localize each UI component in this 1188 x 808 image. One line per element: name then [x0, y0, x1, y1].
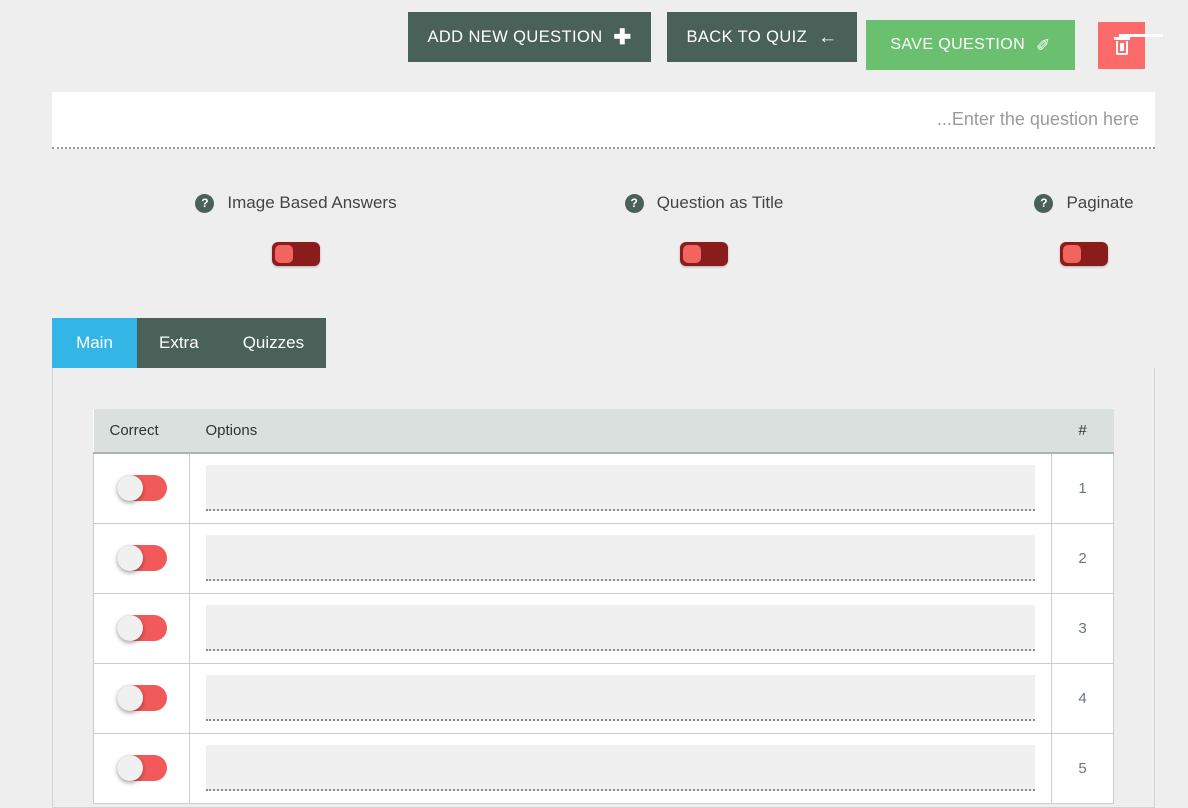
toggle-knob	[1063, 245, 1081, 263]
option-question-as-title: ? Question as Title	[530, 190, 878, 266]
add-new-question-label: ADD NEW QUESTION	[427, 27, 603, 46]
correct-cell	[93, 732, 190, 804]
table-row: 5	[93, 732, 1114, 804]
add-new-question-button[interactable]: ADD NEW QUESTION ✚	[408, 12, 651, 62]
option-input[interactable]	[206, 465, 1035, 512]
toggle-knob	[275, 245, 293, 263]
toggle-knob	[683, 245, 701, 263]
tab-main[interactable]: Main	[52, 318, 137, 368]
row-index: 2	[1051, 522, 1114, 594]
question-options-row: ? Image Based Answers ? Question as Titl…	[0, 190, 1188, 280]
paginate-toggle[interactable]	[1060, 242, 1108, 266]
save-question-label: SAVE QUESTION	[890, 36, 1026, 53]
question-mark-icon[interactable]: ?	[1034, 193, 1054, 213]
question-input-wrapper[interactable]: ...Enter the question here	[52, 92, 1155, 149]
option-input[interactable]	[206, 675, 1035, 721]
question-mark-icon[interactable]: ?	[624, 193, 644, 213]
option-cell	[189, 452, 1052, 524]
option-image-based-answers: ? Image Based Answers	[122, 190, 470, 266]
row-index: 1	[1051, 452, 1114, 524]
tab-extra[interactable]: Extra	[137, 318, 221, 368]
table-row: 2	[93, 522, 1114, 594]
correct-cell	[93, 592, 190, 664]
option-cell	[189, 522, 1052, 594]
pin-icon: ✐	[1036, 35, 1051, 55]
table-header-row: Correct Options #	[93, 409, 1114, 454]
row-index: 5	[1051, 732, 1114, 804]
option-input[interactable]	[206, 745, 1035, 791]
toggle-knob	[116, 545, 143, 571]
back-to-quiz-label: BACK TO QUIZ	[686, 27, 808, 46]
back-to-quiz-button[interactable]: BACK TO QUIZ ←	[667, 12, 857, 62]
correct-toggle[interactable]	[116, 475, 167, 502]
save-question-button[interactable]: SAVE QUESTION ✐	[866, 20, 1075, 70]
plus-icon: ✚	[613, 25, 632, 49]
option-label: Question as Title	[656, 193, 784, 212]
trash-icon	[1113, 33, 1163, 55]
correct-toggle[interactable]	[116, 545, 167, 571]
table-row: 4	[93, 662, 1114, 734]
toggle-knob	[116, 615, 143, 641]
correct-toggle[interactable]	[116, 615, 167, 641]
table-row: 3	[93, 592, 1114, 664]
column-header-correct: Correct	[93, 409, 190, 454]
option-label: Paginate	[1066, 193, 1134, 212]
answers-table: Correct Options # 1 2 3 4 5	[93, 409, 1114, 804]
top-toolbar: ADD NEW QUESTION ✚ BACK TO QUIZ ← SAVE Q…	[0, 0, 1188, 82]
correct-cell	[93, 452, 190, 524]
image-based-answers-toggle[interactable]	[272, 242, 320, 266]
option-label: Image Based Answers	[227, 193, 397, 212]
answers-panel: Correct Options # 1 2 3 4 5	[52, 368, 1155, 808]
option-input[interactable]	[206, 605, 1035, 651]
toggle-knob	[116, 685, 143, 711]
delete-question-button[interactable]	[1098, 22, 1163, 69]
tab-quizzes[interactable]: Quizzes	[220, 318, 327, 368]
tab-bar: Main Extra Quizzes	[52, 318, 327, 368]
correct-cell	[93, 662, 190, 734]
option-cell	[189, 732, 1052, 804]
toggle-knob	[116, 755, 143, 781]
correct-toggle[interactable]	[116, 685, 167, 711]
correct-cell	[93, 522, 190, 594]
column-header-options: Options	[189, 409, 1052, 454]
row-index: 3	[1051, 592, 1114, 664]
option-cell	[189, 662, 1052, 734]
correct-toggle[interactable]	[116, 755, 167, 781]
question-input-placeholder: ...Enter the question here	[936, 109, 1139, 129]
option-input[interactable]	[206, 535, 1035, 581]
row-index: 4	[1051, 662, 1114, 734]
question-mark-icon[interactable]: ?	[195, 193, 215, 213]
arrow-left-icon: ←	[818, 26, 838, 48]
column-header-index: #	[1051, 409, 1114, 454]
toggle-knob	[116, 475, 143, 502]
option-paginate: ? Paginate	[940, 190, 1188, 266]
question-as-title-toggle[interactable]	[680, 242, 728, 266]
option-cell	[189, 592, 1052, 664]
table-row: 1	[93, 452, 1114, 524]
